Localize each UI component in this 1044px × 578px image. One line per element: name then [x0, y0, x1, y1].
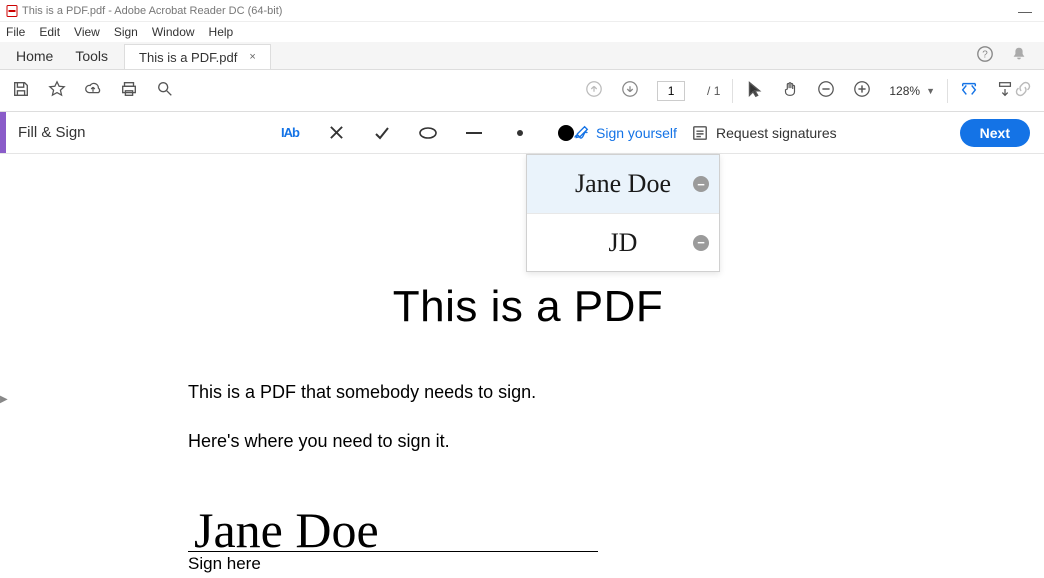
caret-down-icon: ▼ — [926, 86, 935, 96]
next-button[interactable]: Next — [960, 119, 1030, 147]
document-paragraph-1: This is a PDF that somebody needs to sig… — [188, 382, 998, 403]
sign-yourself-button[interactable]: Sign yourself — [572, 124, 677, 142]
document-paragraph-2: Here's where you need to sign it. — [188, 431, 998, 452]
panel-expand-handle[interactable]: ▶ — [0, 154, 12, 578]
menu-edit[interactable]: Edit — [39, 25, 60, 39]
page-display-icon[interactable] — [996, 80, 1014, 101]
share-link-icon[interactable] — [1014, 80, 1032, 101]
chevron-right-icon: ▶ — [0, 394, 8, 405]
save-icon[interactable] — [12, 80, 30, 101]
document-tab-label: This is a PDF.pdf — [139, 50, 237, 65]
zoom-in-icon[interactable] — [853, 80, 871, 101]
line-tool[interactable] — [464, 123, 484, 143]
placed-signature[interactable]: Jane Doe — [194, 505, 379, 555]
check-mark-tool[interactable] — [372, 123, 392, 143]
page-number-input[interactable] — [657, 81, 685, 101]
fill-sign-accent-strip — [0, 112, 6, 153]
fill-sign-toolbar: Fill & Sign IAb Sign yourself Request si… — [0, 112, 1044, 154]
menu-sign[interactable]: Sign — [114, 25, 138, 39]
svg-text:?: ? — [982, 50, 988, 61]
hand-tool-icon[interactable] — [781, 80, 799, 101]
select-tool-icon[interactable] — [745, 80, 763, 101]
document-title: This is a PDF — [58, 282, 998, 332]
window-titlebar: This is a PDF.pdf - Adobe Acrobat Reader… — [0, 0, 1044, 22]
document-viewport: ▶ This is a PDF This is a PDF that someb… — [0, 154, 1044, 578]
circle-tool[interactable] — [418, 123, 438, 143]
remove-signature-button[interactable]: − — [693, 176, 709, 192]
zoom-level-dropdown[interactable]: 128% ▼ — [889, 84, 935, 98]
nav-home[interactable]: Home — [16, 48, 53, 64]
signature-option-label: JD — [609, 228, 638, 258]
add-text-tool[interactable]: IAb — [280, 123, 300, 143]
menu-help[interactable]: Help — [209, 25, 234, 39]
fill-sign-title: Fill & Sign — [18, 124, 86, 141]
tab-row: Home Tools This is a PDF.pdf × ? — [0, 42, 1044, 70]
sign-yourself-label: Sign yourself — [596, 125, 677, 141]
menu-window[interactable]: Window — [152, 25, 195, 39]
cloud-upload-icon[interactable] — [84, 80, 102, 101]
signature-option-full[interactable]: Jane Doe − — [527, 155, 719, 213]
menu-bar: File Edit View Sign Window Help — [0, 22, 1044, 42]
signature-option-label: Jane Doe — [575, 169, 671, 199]
request-signatures-button[interactable]: Request signatures — [692, 125, 837, 141]
cross-mark-tool[interactable] — [326, 123, 346, 143]
window-title: This is a PDF.pdf - Adobe Acrobat Reader… — [22, 5, 282, 17]
request-signatures-icon — [692, 125, 708, 141]
zoom-value: 128% — [889, 84, 920, 98]
signature-option-initials[interactable]: JD − — [527, 213, 719, 271]
request-signatures-label: Request signatures — [716, 125, 837, 141]
signature-icon — [572, 124, 590, 142]
star-icon[interactable] — [48, 80, 66, 101]
page-down-icon[interactable] — [621, 80, 639, 101]
help-icon[interactable]: ? — [976, 45, 994, 66]
dot-tool[interactable] — [510, 123, 530, 143]
document-tab-close[interactable]: × — [249, 51, 255, 63]
main-toolbar: / 1 128% ▼ — [0, 70, 1044, 112]
zoom-out-icon[interactable] — [817, 80, 835, 101]
page-up-icon[interactable] — [585, 80, 603, 101]
find-icon[interactable] — [156, 80, 174, 101]
pdf-file-icon — [6, 5, 18, 17]
window-minimize-button[interactable]: — — [1012, 3, 1038, 19]
fit-width-icon[interactable] — [960, 80, 978, 101]
signature-field[interactable]: Jane Doe Sign here — [188, 496, 998, 574]
menu-file[interactable]: File — [6, 25, 25, 39]
notification-bell-icon[interactable] — [1010, 45, 1028, 66]
remove-signature-button[interactable]: − — [693, 235, 709, 251]
page-total: / 1 — [707, 84, 720, 98]
print-icon[interactable] — [120, 80, 138, 101]
document-tab[interactable]: This is a PDF.pdf × — [124, 44, 271, 69]
signature-dropdown: Jane Doe − JD − — [526, 154, 720, 272]
menu-view[interactable]: View — [74, 25, 100, 39]
nav-tools[interactable]: Tools — [75, 48, 108, 64]
